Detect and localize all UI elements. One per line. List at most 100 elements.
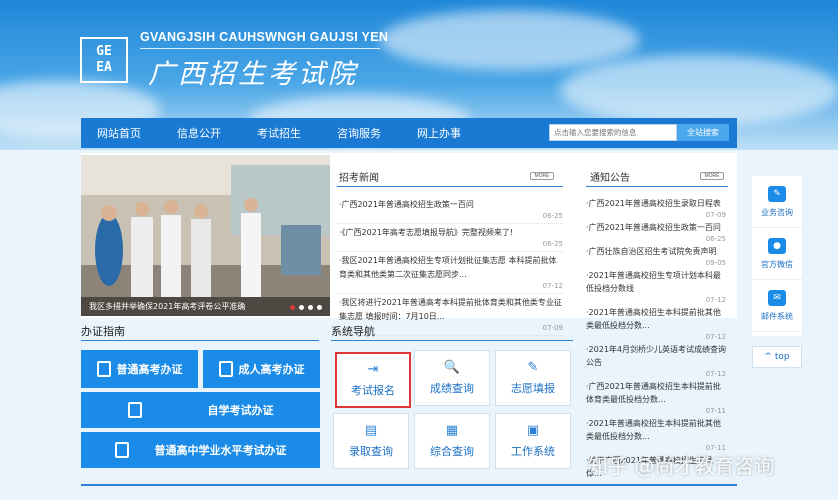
mail-icon: ✉ [768,289,786,306]
notice-item-date: 06-25 [705,235,726,243]
news-title: 招考新闻 [339,173,379,184]
news-item-date: 06-25 [542,240,563,248]
login-icon: ⇥ [367,362,379,377]
slider-dot[interactable] [299,305,304,310]
side-wechat-button[interactable]: ● 官方微信 [752,228,802,280]
notice-item[interactable]: ·2021年普通高校招生专项计划本科最低投档分数线 07-12 [586,269,726,305]
nav-online[interactable]: 网上办事 [417,125,461,141]
nav-exam[interactable]: 考试招生 [257,125,301,141]
clipboard-icon: ▦ [445,423,459,438]
search-icon: 🔍 [443,360,461,375]
work-system-label: 工作系统 [511,445,555,458]
list-icon [114,442,129,458]
notice-more-button[interactable]: MORE [700,172,724,180]
notice-item-date: 07-11 [705,407,726,415]
admission-query-button[interactable]: ▤ 录取查询 [333,413,409,469]
notice-item-text: ·广西2021年普通高校招生录取日程表 [586,199,721,208]
nav-consult[interactable]: 咨询服务 [337,125,381,141]
notice-item-date: 07-12 [705,296,726,304]
footer-divider [81,484,737,486]
notice-item-text: ·2021年普通高校招生专项计划本科最低投档分数线 [586,271,721,293]
nav-home[interactable]: 网站首页 [97,125,141,141]
news-item-text: ·广西2021年普通高校招生政策一百问 [339,200,474,209]
notice-item-date: 07-12 [705,370,726,378]
guide-title: 办证指南 [81,325,125,338]
side-consult-button[interactable]: ✎ 业务咨询 [752,176,802,228]
side-mail-button[interactable]: ✉ 邮件系统 [752,280,802,332]
document-icon: ▤ [364,423,378,438]
side-mail-label: 邮件系统 [761,311,793,321]
guide-underline [81,340,319,341]
gaokao-cert-label: 普通高考办证 [116,363,183,376]
news-more-button[interactable]: MORE [530,172,554,180]
side-toolbar: ✎ 业务咨询 ● 官方微信 ✉ 邮件系统 [752,176,802,336]
news-underline [337,186,563,187]
document-icon [96,361,111,377]
news-slider[interactable]: 我区多措并举确保2021年高考评卷公平准确 [81,155,330,316]
sysnav-title: 系统导航 [331,325,375,338]
slider-dot[interactable] [308,305,313,310]
volunteer-fill-button[interactable]: ✎ 志愿填报 [495,350,571,406]
score-query-button[interactable]: 🔍 成绩查询 [414,350,490,406]
notice-item[interactable]: ·广西2021年普通高校招生本科提前批体育类最低投档分数... 07-11 [586,380,726,416]
notice-item[interactable]: ·广西2021年普通高校招生录取日程表 07-09 [586,197,726,220]
adult-cert-label: 成人高考办证 [238,363,305,376]
site-logo[interactable]: GE EA [80,37,128,83]
notice-item[interactable]: ·2021年普通高校招生本科提前批其他类最低投档分数... 07-11 [586,417,726,453]
news-item[interactable]: ·《广西2021年高考志愿填报导航》完整视频来了! 06-25 [337,226,563,252]
notice-item[interactable]: ·广西壮族自治区招生考试院免责声明 09-05 [586,245,726,268]
back-to-top-button[interactable]: ^ top [752,346,802,368]
side-consult-label: 业务咨询 [761,207,793,217]
nav-info[interactable]: 信息公开 [177,125,221,141]
notice-item-text: ·2021年普通高校招生本科提前批其他类最低投档分数... [586,419,721,441]
header-divider [140,48,380,49]
news-item-date: 06-25 [542,212,563,220]
news-item-text: ·《广西2021年高考志愿填报导航》完整视频来了! [339,228,514,237]
general-query-button[interactable]: ▦ 综合查询 [414,413,490,469]
notice-item-date: 09-05 [705,259,726,267]
score-query-label: 成绩查询 [430,382,474,395]
notice-item[interactable]: ·2021年普通高校招生本科提前批其他类最低投档分数... 07-12 [586,306,726,342]
notice-item-text: ·广西壮族自治区招生考试院免责声明 [586,247,717,256]
chart-icon [127,402,142,418]
notice-item-text: ·广西2021年普通高校招生政策一百问 [586,223,721,232]
exam-registration-label: 考试报名 [351,384,395,397]
chat-icon: ✎ [768,185,786,202]
admission-query-label: 录取查询 [349,445,393,458]
volunteer-fill-label: 志愿填报 [511,382,555,395]
search-button[interactable]: 全站搜索 [677,124,729,141]
news-item[interactable]: ·我区2021年普通高校招生专项计划批征集志愿 本科提前批体育类和其他类第二次征… [337,254,563,294]
notice-item-date: 07-09 [705,211,726,219]
watermark: 知乎 @尚才教育咨询 [588,454,775,478]
site-name-cn: 广西招生考试院 [148,59,358,90]
notice-item[interactable]: ·广西2021年普通高校招生政策一百问 06-25 [586,221,726,244]
wechat-icon: ● [768,237,786,254]
news-item-text: ·我区将进行2021年普通高考本科提前批体育类和其他类专业征集志愿 填报时间：7… [339,298,562,321]
notice-title: 通知公告 [590,173,630,184]
notice-underline [586,186,728,187]
grid-icon: ▣ [526,423,540,438]
work-system-button[interactable]: ▣ 工作系统 [495,413,571,469]
news-item-date: 07-12 [542,282,563,290]
slider-dot[interactable] [317,305,322,310]
slider-photo [81,155,330,316]
logo-letters-top: GE [96,44,112,59]
notice-item-text: ·2021年4月剑桥少儿英语考试成绩查询公告 [586,345,726,367]
news-item[interactable]: ·广西2021年普通高校招生政策一百问 06-25 [337,198,563,224]
highschool-cert-button[interactable]: 普通高中学业水平考试办证 [81,432,320,468]
self-study-cert-button[interactable]: 自学考试办证 [81,392,320,428]
notice-item-text: ·广西2021年普通高校招生本科提前批体育类最低投档分数... [586,382,721,404]
adult-cert-button[interactable]: 成人高考办证 [203,350,320,388]
search-input[interactable] [549,124,677,141]
slider-dot[interactable] [290,305,295,310]
exam-registration-button[interactable]: ⇥ 考试报名 [335,352,411,408]
logo-letters-bottom: EA [96,60,112,75]
gaokao-cert-button[interactable]: 普通高考办证 [81,350,198,388]
sysnav-underline [331,340,573,341]
self-study-cert-label: 自学考试办证 [207,404,274,417]
notice-item[interactable]: ·2021年4月剑桥少儿英语考试成绩查询公告 07-12 [586,343,726,379]
news-item-text: ·我区2021年普通高校招生专项计划批征集志愿 本科提前批体育类和其他类第二次征… [339,256,557,279]
notice-item-text: ·2021年普通高校招生本科提前批其他类最低投档分数... [586,308,721,330]
general-query-label: 综合查询 [430,445,474,458]
site-name-en: GVANGJSIH CAUHSWNGH GAUJSI YEN [140,30,389,44]
